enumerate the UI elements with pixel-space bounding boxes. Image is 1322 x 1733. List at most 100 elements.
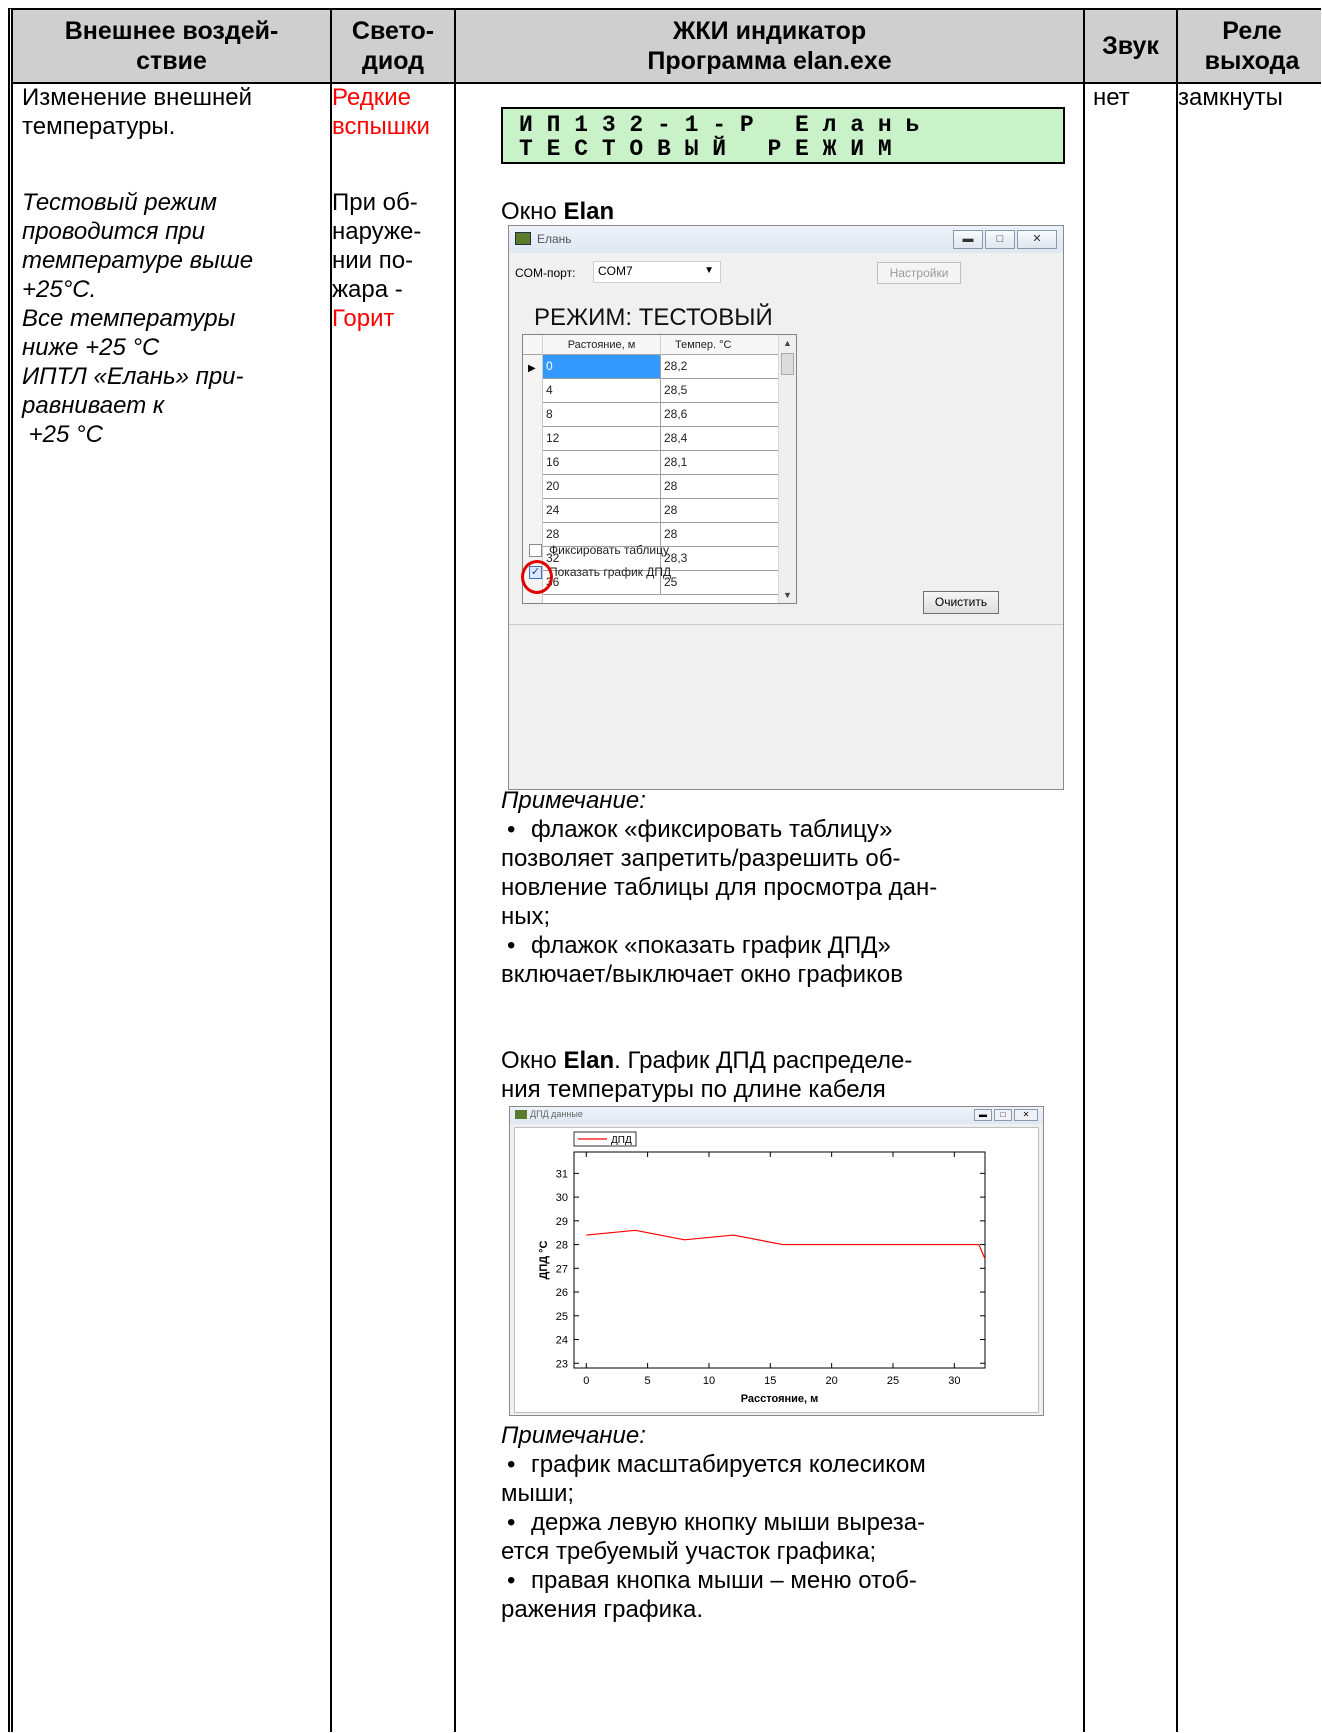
distance-cell[interactable]: 20 — [543, 475, 661, 498]
plot-frame — [573, 1151, 986, 1369]
fix-table-checkbox[interactable] — [529, 544, 542, 557]
y-tick-label: 31 — [556, 1168, 568, 1180]
sound-value: нет — [1093, 84, 1130, 111]
com-port-select[interactable]: COM7 ▼ — [593, 261, 721, 283]
distance-cell[interactable]: 8 — [543, 403, 661, 426]
window-caption: Окно Elan — [501, 198, 615, 225]
relay-value: замкнуты — [1178, 84, 1283, 111]
y-tick-label: 30 — [556, 1192, 568, 1204]
temperature-cell[interactable]: 28,3 — [661, 547, 779, 570]
minimize-button[interactable]: ▬ — [953, 230, 983, 249]
dropdown-arrow-icon: ▼ — [704, 265, 714, 276]
distance-cell[interactable]: 24 — [543, 499, 661, 522]
led-state: Редкие — [332, 84, 412, 111]
chart-caption-line: ния температуры по длине кабеля — [501, 1076, 886, 1103]
window-bottom-panel — [509, 624, 1063, 789]
table-row[interactable]: 4 28,5 — [543, 379, 779, 403]
note-line: ных; — [501, 903, 551, 930]
note-line: ется требуемый участок графика; — [501, 1538, 877, 1565]
y-tick-label: 24 — [556, 1335, 568, 1347]
chart-area[interactable]: 23 24 25 26 27 28 29 30 31 0 5 10 15 20 25 30 Расстояние… — [514, 1127, 1039, 1413]
note-line: позволяет запретить/разрешить об- — [501, 845, 901, 872]
chart-caption: Окно Elan. График ДПД распределе- — [501, 1047, 913, 1074]
clear-button[interactable]: Очистить — [923, 591, 999, 614]
close-button[interactable]: ✕ — [1014, 1109, 1038, 1121]
scroll-down-icon[interactable]: ▼ — [783, 590, 792, 600]
y-tick-label: 26 — [556, 1287, 568, 1299]
grid-scrollbar[interactable]: ▲ ▼ — [778, 335, 796, 603]
current-row-icon: ▶ — [528, 363, 536, 374]
table-row[interactable]: 8 28,6 — [543, 403, 779, 427]
minimize-button[interactable]: ▬ — [974, 1109, 992, 1121]
app-icon — [515, 232, 531, 245]
y-tick-label: 27 — [556, 1263, 568, 1275]
chart-window-title: ДПД данные — [530, 1109, 583, 1119]
temperature-cell[interactable]: 28 — [661, 475, 779, 498]
note-bullet: • график масштабируется колесиком — [501, 1450, 926, 1479]
temperature-cell[interactable]: 28,2 — [661, 355, 779, 378]
table-row[interactable]: 20 28 — [543, 475, 779, 499]
led-fire-line: жара - — [332, 276, 403, 303]
x-tick-label: 20 — [826, 1375, 838, 1387]
series-line-dpd — [586, 1229, 986, 1260]
test-mode-line: Все температуры — [22, 305, 236, 332]
distance-cell[interactable]: 12 — [543, 427, 661, 450]
note-title: Примечание: — [501, 1422, 646, 1449]
settings-button[interactable]: Настройки — [877, 262, 961, 284]
bullet-icon: • — [507, 932, 516, 959]
temperature-cell[interactable]: 28,6 — [661, 403, 779, 426]
show-chart-label: Показать график ДПД — [549, 565, 672, 579]
temperature-cell[interactable]: 25 — [661, 571, 779, 594]
temperature-cell[interactable]: 28 — [661, 523, 779, 546]
y-axis-label: ДПД °C — [538, 1240, 550, 1279]
bullet-icon: • — [507, 1509, 516, 1536]
distance-cell[interactable]: 0 — [543, 355, 661, 378]
dpd-chart[interactable]: 23 24 25 26 27 28 29 30 31 0 5 10 15 20 25 30 Расстояние… — [515, 1128, 1038, 1412]
table-row[interactable]: 0 28,2 — [543, 355, 779, 379]
legend-label: ДПД — [611, 1135, 632, 1146]
x-tick-label: 25 — [887, 1375, 899, 1387]
app-icon — [515, 1110, 527, 1119]
note-bullet: • держа левую кнопку мыши выреза- — [501, 1508, 925, 1537]
col-divider — [454, 10, 456, 1732]
maximize-button[interactable]: □ — [985, 230, 1015, 249]
close-button[interactable]: ✕ — [1017, 230, 1057, 249]
y-tick-label: 25 — [556, 1311, 568, 1323]
external-action-line: температуры. — [22, 113, 176, 140]
col-divider — [1083, 10, 1085, 1732]
distance-cell[interactable]: 16 — [543, 451, 661, 474]
note-line: ражения графика. — [501, 1596, 704, 1623]
data-grid[interactable]: Растояние, м Темпер. °C ▶ 0 28,2 4 28,5 8 28,… — [522, 334, 797, 604]
com-port-label: COM-порт: — [515, 266, 576, 280]
test-mode-line: Тестовый режим — [22, 189, 217, 216]
led-fire-line: При об- — [332, 189, 418, 216]
chart-window-titlebar[interactable]: ДПД данные ▬ □ ✕ — [510, 1107, 1043, 1124]
note-line: мыши; — [501, 1480, 575, 1507]
y-tick-label: 23 — [556, 1358, 568, 1370]
table-row[interactable]: 12 28,4 — [543, 427, 779, 451]
grid-header-temperature[interactable]: Темпер. °C — [661, 335, 779, 355]
distance-cell[interactable]: 4 — [543, 379, 661, 402]
fix-table-label: Фиксировать таблицу — [549, 543, 669, 557]
temperature-cell[interactable]: 28,5 — [661, 379, 779, 402]
test-mode-line: ниже +25 °C — [22, 334, 160, 361]
maximize-button[interactable]: □ — [994, 1109, 1012, 1121]
external-action-line: Изменение внешней — [22, 84, 252, 111]
window-titlebar[interactable]: Елань ▬ □ ✕ — [509, 226, 1063, 253]
lcd-display: И П 1 3 2 - 1 - Р Е л а н ьТ Е С Т О В Ы… — [501, 107, 1065, 164]
scroll-up-icon[interactable]: ▲ — [783, 338, 792, 348]
bullet-icon: • — [507, 816, 516, 843]
led-fire-state: Горит — [332, 305, 395, 332]
scroll-thumb[interactable] — [781, 353, 794, 375]
temperature-cell[interactable]: 28,1 — [661, 451, 779, 474]
temperature-cell[interactable]: 28 — [661, 499, 779, 522]
table-row[interactable]: 24 28 — [543, 499, 779, 523]
col-divider — [1176, 10, 1178, 1732]
header-lcd: ЖКИ индикатор Программа elan.exe — [647, 17, 892, 75]
note-line: включает/выключает окно графиков — [501, 961, 903, 988]
elan-window: Елань ▬ □ ✕ COM-порт: COM7 ▼ Настройки РЕ… — [508, 225, 1064, 790]
test-mode-line: проводится при — [22, 218, 205, 245]
table-row[interactable]: 16 28,1 — [543, 451, 779, 475]
grid-header-distance[interactable]: Растояние, м — [543, 335, 661, 355]
temperature-cell[interactable]: 28,4 — [661, 427, 779, 450]
